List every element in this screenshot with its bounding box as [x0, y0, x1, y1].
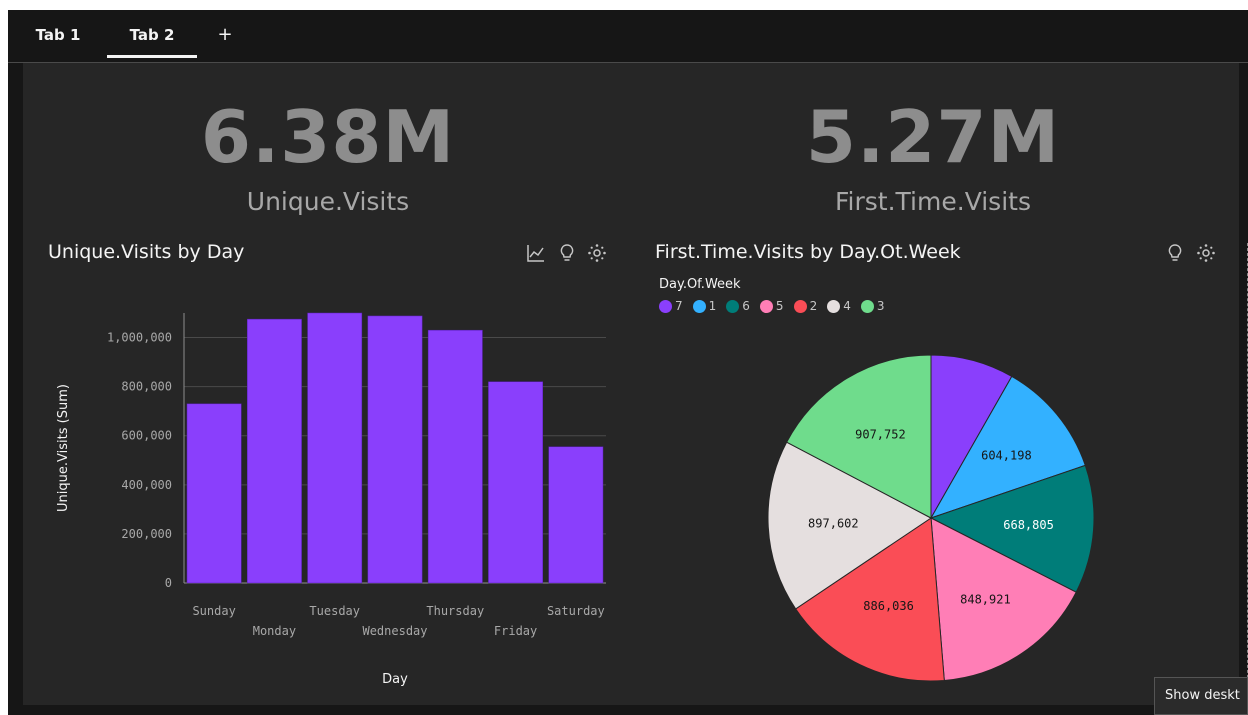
kpi-unique-visits-label: Unique.Visits [246, 187, 410, 216]
settings-icon[interactable] [587, 243, 607, 263]
bar-chart-title: Unique.Visits by Day [48, 241, 245, 263]
legend-label: 4 [843, 299, 851, 313]
kpi-first-time-visits-label: First.Time.Visits [835, 187, 1031, 216]
legend-label: 3 [876, 299, 885, 313]
x-tick-label: Wednesday [362, 624, 427, 638]
y-axis-label: Unique.Visits (Sum) [56, 384, 71, 512]
legend-label: 7 [675, 299, 683, 313]
tab-1[interactable]: Tab 1 [34, 10, 82, 62]
dashboard-canvas: 6.38M Unique.Visits 5.27M First.Time.Vis… [23, 63, 1248, 705]
pie-data-label: 907,752 [855, 427, 906, 441]
legend-swatch [659, 299, 672, 313]
legend-label: 2 [809, 299, 818, 313]
pie-legend: 7 1 6 5 2 4 3 [659, 299, 884, 313]
pie-chart-title: First.Time.Visits by Day.Ot.Week [655, 241, 961, 263]
x-tick-label: Thursday [426, 604, 484, 618]
y-tick-label: 200,000 [121, 527, 172, 541]
pie-data-label: 897,602 [808, 516, 859, 530]
bar-tuesday[interactable] [307, 312, 363, 584]
settings-icon[interactable] [1196, 243, 1216, 263]
legend-swatch [759, 299, 773, 313]
pie-data-label: 848,921 [960, 592, 1011, 606]
legend-item-1[interactable]: 1 [692, 299, 717, 313]
show-desktop-tooltip: Show deskt [1154, 677, 1248, 715]
legend-label: 1 [708, 299, 717, 313]
add-tab-button[interactable]: + [214, 10, 236, 62]
legend-item-3[interactable]: 3 [860, 299, 885, 313]
pie-data-label: 886,036 [863, 599, 914, 613]
x-tick-label: Saturday [547, 604, 605, 618]
legend-swatch [726, 299, 740, 313]
line-chart-icon[interactable] [526, 243, 546, 263]
legend-item-2[interactable]: 2 [793, 299, 818, 313]
bar-chart: 0 200,000 400,000 600,000 800,000 1,000,000 Su… [56, 312, 606, 687]
bar-monday[interactable] [247, 318, 302, 584]
legend-item-7[interactable]: 7 [659, 299, 683, 313]
lightbulb-icon[interactable] [1165, 243, 1185, 263]
x-tick-label: Tuesday [309, 604, 360, 618]
legend-swatch [793, 299, 807, 313]
pie-data-label: 668,805 [1003, 518, 1054, 532]
legend-swatch [860, 299, 874, 313]
x-tick-label: Sunday [192, 604, 235, 618]
kpi-unique-visits-value[interactable]: 6.38M [178, 95, 478, 179]
bar-friday[interactable] [488, 381, 543, 584]
y-tick-label: 400,000 [121, 478, 172, 492]
legend-swatch [827, 299, 841, 313]
y-tick-label: 1,000,000 [107, 331, 172, 345]
legend-label: 6 [742, 299, 750, 313]
tab-bar: Tab 1 Tab 2 + [8, 10, 1248, 63]
x-tick-label: Friday [494, 624, 537, 638]
legend-label: 5 [775, 299, 784, 313]
bar-wednesday[interactable] [367, 315, 423, 584]
app-window: Tab 1 Tab 2 + 6.38M Unique.Visits 5.27M … [8, 10, 1248, 715]
pie-chart: 604,198 668,805 848,921 886,036 897,602 907,7… [767, 354, 1095, 682]
bar-thursday[interactable] [427, 329, 483, 584]
legend-item-6[interactable]: 6 [726, 299, 750, 313]
bar-sunday[interactable] [186, 403, 242, 584]
bar-saturday[interactable] [548, 446, 604, 584]
kpi-first-time-visits-value[interactable]: 5.27M [783, 95, 1083, 179]
legend-item-5[interactable]: 5 [759, 299, 784, 313]
x-tick-label: Monday [253, 624, 296, 638]
y-tick-label: 800,000 [121, 380, 172, 394]
legend-item-4[interactable]: 4 [827, 299, 851, 313]
tab-2[interactable]: Tab 2 [107, 10, 197, 62]
lightbulb-icon[interactable] [557, 243, 577, 263]
pie-data-label: 604,198 [981, 449, 1032, 463]
x-axis-label: Day [382, 672, 408, 687]
y-tick-label: 600,000 [121, 429, 172, 443]
pie-legend-title: Day.Of.Week [659, 277, 741, 292]
y-tick-label: 0 [165, 576, 172, 590]
legend-swatch [692, 299, 706, 313]
